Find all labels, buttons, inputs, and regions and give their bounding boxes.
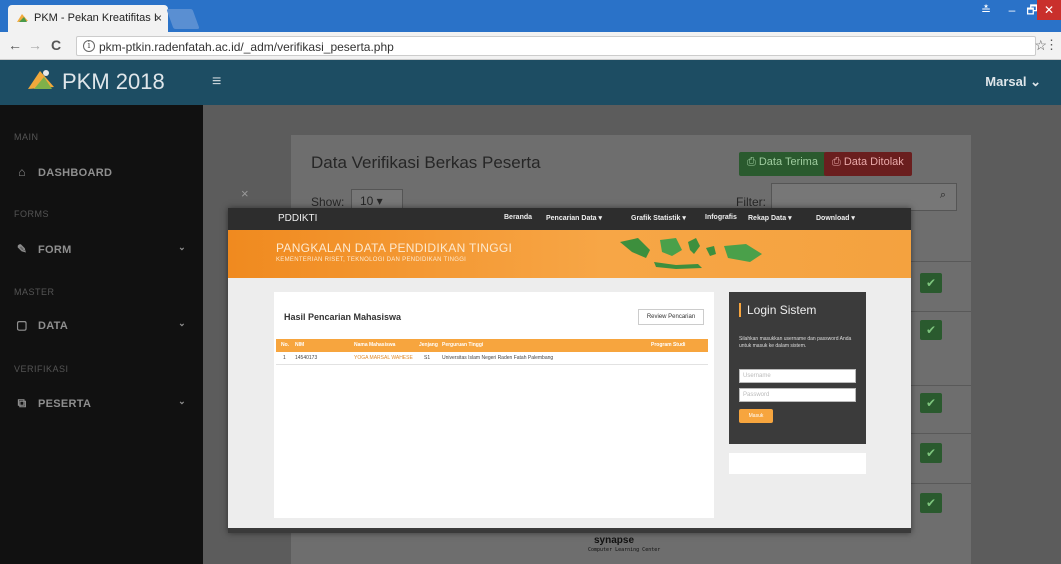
sidebar-item-peserta[interactable]: ⧉ PESERTA ⌄	[14, 396, 194, 411]
tab-close-icon[interactable]: ×	[155, 11, 162, 25]
banner-title: PANGKALAN DATA PENDIDIKAN TINGGI	[276, 241, 513, 255]
pddikti-content: Hasil Pencarian Mahasiswa Review Pencari…	[228, 278, 911, 528]
sidebar-section-verifikasi: VERIFIKASI	[14, 364, 69, 374]
logo-icon	[28, 70, 54, 89]
address-bar: ← → C i pkm-ptkin.radenfatah.ac.id/_adm/…	[0, 32, 1061, 60]
login-description: Silahkan masukkan username dan password …	[739, 336, 852, 349]
file-icon: ▢	[16, 318, 28, 332]
pddikti-nav-link: Beranda	[504, 214, 533, 221]
results-card: Hasil Pencarian Mahasiswa Review Pencari…	[274, 292, 714, 518]
sidebar-item-data[interactable]: ▢ DATA ⌄	[14, 318, 194, 332]
menu-toggle-icon[interactable]: ≡	[212, 73, 221, 91]
review-search-button: Review Pencarian	[638, 309, 704, 325]
close-window-button[interactable]: ✕	[1037, 0, 1061, 20]
table-cell: Universitas Islam Negeri Raden Fatah Pal…	[442, 355, 554, 361]
forward-icon[interactable]: →	[28, 37, 42, 53]
home-icon: ⌂	[18, 165, 26, 179]
users-icon: ⧉	[17, 396, 27, 410]
sidebar: MAIN ⌂ DASHBOARD FORMS ✎ FORM ⌄ MASTER ▢ DA…	[0, 105, 203, 564]
filter-label: Filter:	[736, 195, 766, 209]
modal-close-icon[interactable]: ×	[241, 186, 249, 201]
sidebar-widget	[729, 453, 866, 474]
results-table-header: No. NIM Nama Mahasiswa Jenjang Perguruan…	[276, 339, 708, 352]
column-header: Perguruan Tinggi	[442, 342, 484, 348]
verify-check-button[interactable]: ✔	[920, 273, 942, 293]
table-cell: 1	[283, 355, 286, 361]
url-input[interactable]: i pkm-ptkin.radenfatah.ac.id/_adm/verifi…	[76, 36, 1036, 56]
verify-check-button[interactable]: ✔	[920, 320, 942, 340]
pddikti-nav-link: Rekap Data ▾	[748, 215, 792, 222]
site-favicon-icon	[17, 14, 28, 22]
column-header: Program Studi	[651, 342, 686, 348]
browser-menu-icon[interactable]: ⋮	[1045, 37, 1058, 53]
banner-subtitle: KEMENTERIAN RISET, TEKNOLOGI DAN PENDIDI…	[276, 257, 467, 263]
search-icon: ⌕	[939, 189, 946, 201]
pddikti-navbar: PDDIKTI Beranda Pencarian Data ▾ Grafik …	[228, 208, 911, 230]
site-info-icon[interactable]: i	[83, 40, 95, 52]
show-label: Show:	[311, 195, 345, 209]
url-text: pkm-ptkin.radenfatah.ac.id/_adm/verifika…	[99, 40, 394, 54]
sidebar-item-label: DASHBOARD	[38, 167, 113, 179]
indonesia-map-icon	[620, 238, 762, 269]
table-row: 1 14540173 YOGA MARSAL WAHESE S1 Univers…	[276, 352, 708, 365]
login-panel: Login Sistem Silahkan masukkan username …	[729, 292, 866, 444]
synapse-watermark: synapse	[594, 535, 635, 546]
sidebar-item-dashboard[interactable]: ⌂ DASHBOARD	[14, 165, 194, 179]
chevron-down-icon: ⌄	[178, 396, 186, 406]
app-logo[interactable]: PKM 2018	[26, 67, 165, 95]
sidebar-item-label: FORM	[38, 244, 72, 256]
column-header: No.	[281, 342, 290, 348]
pddikti-banner: PANGKALAN DATA PENDIDIKAN TINGGI KEMENTE…	[228, 230, 911, 278]
pencil-icon: ✎	[16, 242, 28, 256]
lightbox-image: PDDIKTI Beranda Pencarian Data ▾ Grafik …	[228, 208, 911, 533]
column-header: NIM	[295, 342, 305, 348]
chevron-down-icon: ⌄	[178, 318, 186, 328]
app-title: PKM 2018	[62, 69, 165, 94]
browser-tab-bar: PKM - Pekan Kreatifitas I × ≛ – 🗗 ✕	[0, 0, 1061, 32]
pddikti-nav-link: Grafik Statistik ▾	[631, 215, 686, 222]
column-header: Jenjang	[419, 342, 438, 348]
login-button: Masuk	[739, 409, 773, 423]
back-icon[interactable]: ←	[8, 37, 22, 53]
column-header: Nama Mahasiswa	[354, 342, 396, 348]
verify-check-button[interactable]: ✔	[920, 393, 942, 413]
sidebar-section-master: MASTER	[14, 287, 55, 297]
pddikti-footer	[228, 528, 911, 533]
chevron-down-icon: ⌄	[178, 242, 186, 252]
data-ditolak-button[interactable]: ⎙ Data Ditolak	[824, 152, 912, 176]
verify-check-button[interactable]: ✔	[920, 443, 942, 463]
app-header: PKM 2018 ≡ Marsal ⌄	[0, 60, 1061, 105]
sidebar-item-form[interactable]: ✎ FORM ⌄	[14, 242, 194, 256]
password-field: Password	[739, 388, 856, 402]
profile-icon[interactable]: ≛	[973, 0, 999, 20]
login-title: Login Sistem	[739, 303, 816, 317]
browser-tab[interactable]: PKM - Pekan Kreatifitas I ×	[8, 5, 168, 32]
pddikti-nav-link: Pencarian Data ▾	[546, 215, 603, 222]
username-field: Username	[739, 369, 856, 383]
sidebar-section-forms: FORMS	[14, 209, 49, 219]
new-tab-button[interactable]	[166, 9, 200, 29]
pddikti-nav-link: Download ▾	[816, 215, 855, 222]
pddikti-brand: PDDIKTI	[278, 213, 318, 224]
filter-input[interactable]: ⌕	[771, 183, 957, 211]
results-title: Hasil Pencarian Mahasiswa	[284, 312, 402, 322]
pddikti-nav-link: Infografis	[705, 214, 737, 221]
data-terima-button[interactable]: ⎙ Data Terima	[739, 152, 826, 176]
page-title: Data Verifikasi Berkas Peserta	[311, 153, 541, 172]
tab-title: PKM - Pekan Kreatifitas I	[34, 12, 157, 24]
user-menu[interactable]: Marsal ⌄	[985, 74, 1041, 90]
table-cell: S1	[424, 355, 431, 361]
sidebar-section-main: MAIN	[14, 132, 39, 142]
verify-check-button[interactable]: ✔	[920, 493, 942, 513]
sidebar-item-label: DATA	[38, 320, 69, 332]
reload-icon[interactable]: C	[51, 37, 61, 53]
table-cell: 14540173	[295, 355, 318, 361]
sidebar-item-label: PESERTA	[38, 398, 92, 410]
synapse-watermark-subtitle: Computer Learning Center	[588, 547, 661, 553]
table-cell: YOGA MARSAL WAHESE	[354, 355, 413, 361]
